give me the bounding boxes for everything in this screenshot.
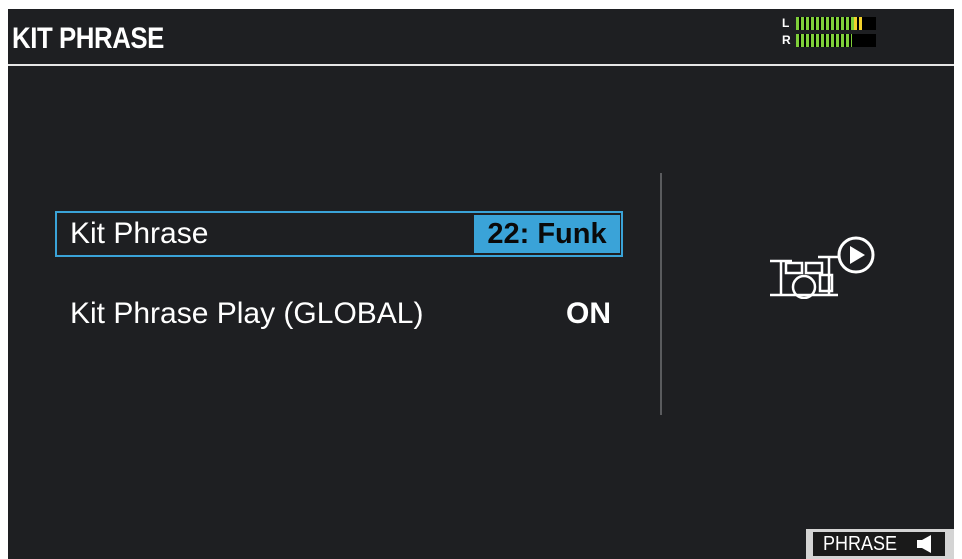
speaker-icon bbox=[917, 535, 937, 559]
meter-left-peak bbox=[854, 17, 862, 30]
phrase-button[interactable]: PHRASE bbox=[806, 529, 954, 559]
device-screen: KIT PHRASE L R Kit Phrase 22: Funk Kit P… bbox=[8, 9, 954, 559]
meter-left-track bbox=[796, 17, 876, 30]
meter-left-fill bbox=[796, 17, 854, 30]
kit-phrase-play-label[interactable]: Kit Phrase Play (GLOBAL) bbox=[70, 294, 423, 334]
title-divider bbox=[8, 64, 954, 66]
phrase-button-face: PHRASE bbox=[813, 532, 945, 556]
page-title: KIT PHRASE bbox=[12, 22, 164, 55]
meter-right-fill bbox=[796, 34, 852, 47]
kit-phrase-label: Kit Phrase bbox=[70, 217, 209, 250]
meter-right-track bbox=[796, 34, 876, 47]
phrase-button-label: PHRASE bbox=[823, 533, 898, 555]
kit-phrase-value[interactable]: 22: Funk bbox=[474, 215, 620, 253]
drum-kit-play-icon bbox=[764, 235, 884, 304]
meter-right-label: R bbox=[782, 33, 791, 47]
meter-left-label: L bbox=[782, 16, 790, 30]
kit-phrase-play-value[interactable]: ON bbox=[566, 294, 611, 334]
vertical-divider bbox=[660, 173, 662, 415]
